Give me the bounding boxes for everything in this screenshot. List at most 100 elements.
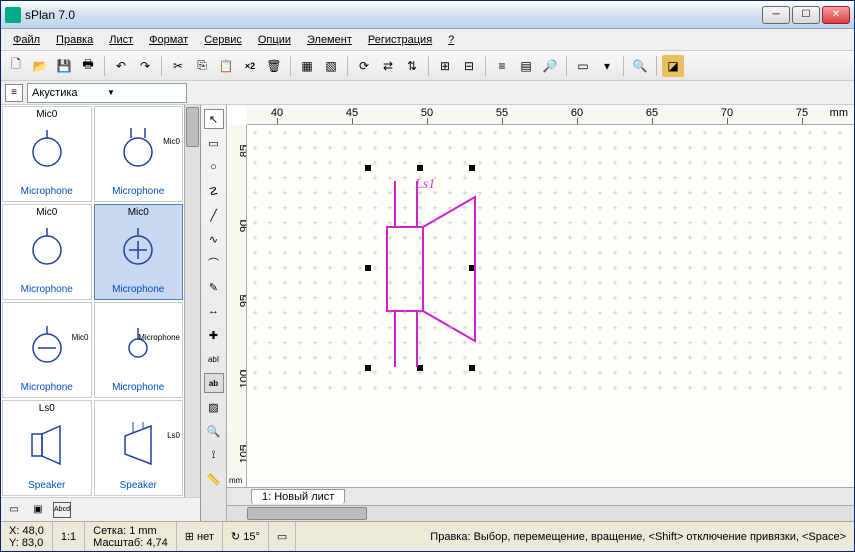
ruler-tick-label: 75: [796, 107, 808, 119]
close-button[interactable]: ✕: [822, 6, 850, 24]
library-item-name: Microphone: [21, 186, 73, 197]
front-icon[interactable]: ▦: [296, 55, 318, 77]
library-item-tag: Mic0: [163, 137, 180, 146]
menu-file[interactable]: Файл: [5, 32, 48, 48]
horizontal-scrollbar[interactable]: [227, 505, 854, 521]
menu-options[interactable]: Опции: [250, 32, 299, 48]
library-item-symbol: [97, 405, 181, 480]
menu-help[interactable]: ?: [440, 32, 462, 48]
tool-poly-icon[interactable]: ☡: [204, 181, 224, 201]
tool-text-icon[interactable]: ab: [204, 373, 224, 393]
paste-icon[interactable]: 📋: [215, 55, 237, 77]
library-item-tag: Mic0: [36, 109, 57, 120]
sheet-icon[interactable]: ▭: [572, 55, 594, 77]
ruler-tick-label: 85: [238, 145, 247, 157]
tool-rect-icon[interactable]: ▭: [204, 133, 224, 153]
mirror-h-icon[interactable]: ⇄: [377, 55, 399, 77]
align-icon[interactable]: ≡: [491, 55, 513, 77]
libview-2-icon[interactable]: ▣: [29, 502, 47, 518]
menu-format[interactable]: Формат: [141, 32, 196, 48]
library-item-symbol: [5, 405, 89, 480]
menu-sheet[interactable]: Лист: [101, 32, 141, 48]
zoom-icon[interactable]: 🔍: [629, 55, 651, 77]
selection-handle[interactable]: [365, 165, 371, 171]
tool-circle-icon[interactable]: ○: [204, 157, 224, 177]
status-snap1[interactable]: ⊞ нет: [177, 522, 223, 551]
drawing-canvas[interactable]: Ls1 ++++++++++++++++++++++++++++++++++++…: [247, 125, 854, 487]
speaker-symbol[interactable]: [377, 181, 487, 371]
find-icon[interactable]: 🔎: [539, 55, 561, 77]
library-item[interactable]: MicrophoneMicrophone: [94, 302, 184, 398]
library-item-name: Microphone: [21, 382, 73, 393]
category-menu-icon[interactable]: ≡: [5, 84, 23, 102]
tool-label-icon[interactable]: abI: [204, 349, 224, 369]
menu-registration[interactable]: Регистрация: [360, 32, 440, 48]
library-item[interactable]: Mic0 Microphone: [94, 204, 184, 300]
library-item-name: Microphone: [112, 284, 164, 295]
ruler-tick-label: 95: [238, 295, 247, 307]
duplicate-icon[interactable]: ×2: [239, 55, 261, 77]
library-item[interactable]: Mic0Microphone: [2, 204, 92, 300]
ruler-tick-label: 40: [271, 107, 283, 119]
undo-icon[interactable]: ↶: [110, 55, 132, 77]
back-icon[interactable]: ▧: [320, 55, 342, 77]
selection-handle[interactable]: [469, 165, 475, 171]
titlebar: sPlan 7.0 ─ ☐ ✕: [1, 1, 854, 29]
list-icon[interactable]: ▤: [515, 55, 537, 77]
library-item-name: Speaker: [28, 480, 65, 491]
tool-ruler-icon[interactable]: 📏: [204, 469, 224, 489]
ruler-tick-label: 45: [346, 107, 358, 119]
rotate-icon[interactable]: ⟳: [353, 55, 375, 77]
tool-curve-icon[interactable]: ∿: [204, 229, 224, 249]
status-color[interactable]: ▭: [269, 522, 296, 551]
sheet-tab[interactable]: 1: Новый лист: [251, 489, 345, 504]
libview-1-icon[interactable]: ▭: [5, 502, 23, 518]
extra-icon[interactable]: ◪: [662, 55, 684, 77]
vertical-ruler: 859095100105mm: [227, 125, 247, 487]
open-icon[interactable]: 📂: [29, 55, 51, 77]
selection-handle[interactable]: [365, 365, 371, 371]
tool-freehand-icon[interactable]: ✎: [204, 277, 224, 297]
tool-line-icon[interactable]: ╱: [204, 205, 224, 225]
tool-palette: ↖ ▭ ○ ☡ ╱ ∿ ⌒ ✎ ↔ ✚ abI ab ▨ 🔍 ⟟ 📏: [201, 105, 227, 521]
menu-element[interactable]: Элемент: [299, 32, 360, 48]
selection-handle[interactable]: [417, 165, 423, 171]
redo-icon[interactable]: ↷: [134, 55, 156, 77]
library-item[interactable]: Ls0Speaker: [2, 400, 92, 496]
menu-edit[interactable]: Правка: [48, 32, 101, 48]
minimize-button[interactable]: ─: [762, 6, 790, 24]
print-icon[interactable]: 🖶: [77, 55, 99, 77]
sheet-dd-icon[interactable]: ▾: [596, 55, 618, 77]
tool-arc-icon[interactable]: ⌒: [204, 253, 224, 273]
tool-image-icon[interactable]: ▨: [204, 397, 224, 417]
category-dropdown[interactable]: Акустика ▼: [27, 83, 187, 103]
tool-zoom-icon[interactable]: 🔍: [204, 421, 224, 441]
copy-icon[interactable]: ⎘: [191, 55, 213, 77]
library-item-tag: Mic0: [128, 207, 149, 218]
libview-text-icon[interactable]: Abcd: [53, 502, 71, 518]
library-view-icons: ▭ ▣ Abcd: [1, 497, 200, 521]
library-item[interactable]: Mic0 Microphone: [2, 106, 92, 202]
library-item[interactable]: Mic0Microphone: [94, 106, 184, 202]
new-icon[interactable]: 🗋: [5, 55, 27, 77]
status-snap2[interactable]: ↻ 15°: [223, 522, 269, 551]
mirror-v-icon[interactable]: ⇅: [401, 55, 423, 77]
app-icon: [5, 7, 21, 23]
tool-plus-icon[interactable]: ✚: [204, 325, 224, 345]
library-item-tag: Mic0: [72, 333, 89, 342]
group-icon[interactable]: ⊞: [434, 55, 456, 77]
save-icon[interactable]: 💾: [53, 55, 75, 77]
selection-handle[interactable]: [365, 265, 371, 271]
ungroup-icon[interactable]: ⊟: [458, 55, 480, 77]
menu-service[interactable]: Сервис: [196, 32, 250, 48]
delete-icon[interactable]: 🗑: [263, 55, 285, 77]
chevron-down-icon: ▼: [107, 88, 182, 97]
library-scrollbar[interactable]: [184, 105, 200, 497]
tool-dim-icon[interactable]: ↔: [204, 301, 224, 321]
tool-pointer-icon[interactable]: ↖: [204, 109, 224, 129]
maximize-button[interactable]: ☐: [792, 6, 820, 24]
cut-icon[interactable]: ✂: [167, 55, 189, 77]
tool-measure-icon[interactable]: ⟟: [204, 445, 224, 465]
library-item[interactable]: Mic0 Microphone: [2, 302, 92, 398]
library-item[interactable]: Ls0Speaker: [94, 400, 184, 496]
